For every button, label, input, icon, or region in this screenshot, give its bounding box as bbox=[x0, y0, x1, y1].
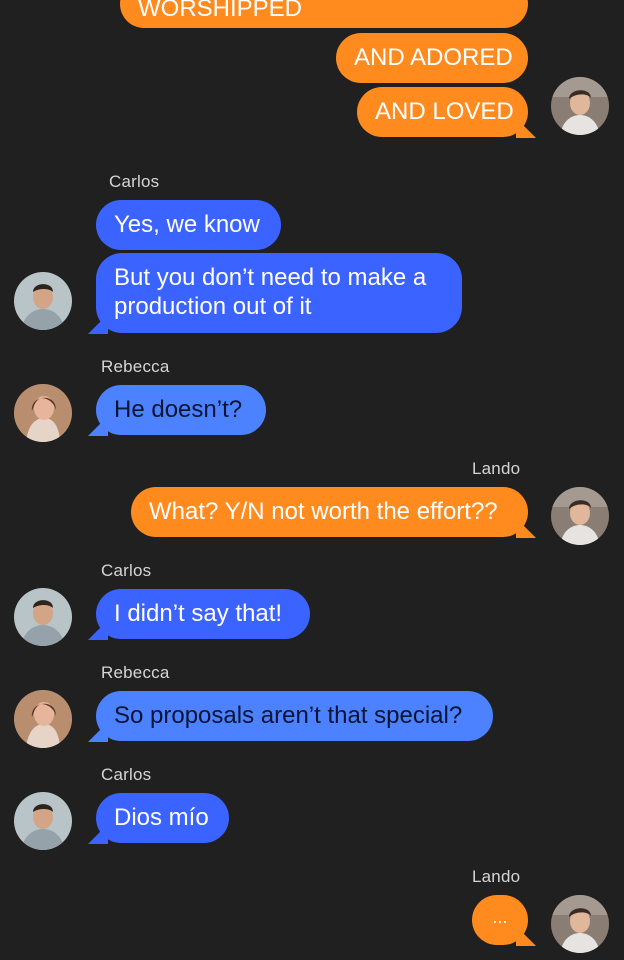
sender-name-rebecca: Rebecca bbox=[101, 663, 170, 682]
message-text-line: production out of it bbox=[114, 293, 312, 320]
avatar-photo-carlos-icon bbox=[14, 792, 72, 850]
message-bubble-rebecca[interactable]: He doesn’t? bbox=[96, 385, 266, 435]
message-bubble-carlos[interactable]: Dios mío bbox=[96, 793, 229, 843]
avatar-photo-carlos-icon bbox=[14, 588, 72, 646]
sender-name-carlos: Carlos bbox=[109, 172, 160, 191]
message-bubble-rebecca[interactable]: So proposals aren’t that special? bbox=[96, 691, 493, 741]
chat-thread[interactable]: WORSHIPPED AND ADORED AND LOVED Carlos Y… bbox=[0, 0, 624, 960]
message-text-line: But you don’t need to make a bbox=[114, 264, 427, 291]
message-bubble-carlos[interactable]: But you don’t need to make a production … bbox=[96, 253, 462, 333]
message-text: WORSHIPPED bbox=[138, 0, 303, 22]
message-text: What? Y/N not worth the effort?? bbox=[149, 498, 498, 525]
avatar-rebecca[interactable] bbox=[14, 690, 72, 748]
message-text: AND LOVED bbox=[375, 98, 514, 125]
message-bubble-self[interactable]: AND ADORED bbox=[336, 33, 528, 83]
sender-name-rebecca: Rebecca bbox=[101, 357, 170, 376]
message-bubble-carlos[interactable]: Yes, we know bbox=[96, 200, 281, 250]
avatar-photo-lando-icon bbox=[551, 895, 609, 953]
avatar-lando[interactable] bbox=[551, 487, 609, 545]
avatar-photo-carlos-icon bbox=[14, 272, 72, 330]
sender-name-lando: Lando bbox=[472, 459, 521, 478]
avatar-lando[interactable] bbox=[551, 77, 609, 135]
avatar-photo-rebecca-icon bbox=[14, 384, 72, 442]
message-bubble-self[interactable]: WORSHIPPED bbox=[120, 0, 528, 28]
sender-name-lando: Lando bbox=[472, 867, 521, 886]
avatar-carlos[interactable] bbox=[14, 792, 72, 850]
avatar-rebecca[interactable] bbox=[14, 384, 72, 442]
avatar-photo-rebecca-icon bbox=[14, 690, 72, 748]
message-bubble-carlos[interactable]: I didn’t say that! bbox=[96, 589, 310, 639]
message-text: Yes, we know bbox=[114, 211, 260, 238]
avatar-photo-lando-icon bbox=[551, 77, 609, 135]
sender-name-carlos: Carlos bbox=[101, 765, 152, 784]
message-bubble-self[interactable]: What? Y/N not worth the effort?? bbox=[131, 487, 528, 537]
message-bubble-self[interactable]: AND LOVED bbox=[357, 87, 528, 137]
message-text: AND ADORED bbox=[354, 44, 513, 71]
message-text: He doesn’t? bbox=[114, 396, 243, 423]
avatar-carlos[interactable] bbox=[14, 272, 72, 330]
avatar-lando[interactable] bbox=[551, 895, 609, 953]
message-text: So proposals aren’t that special? bbox=[114, 702, 463, 729]
avatar-photo-lando-icon bbox=[551, 487, 609, 545]
avatar-carlos[interactable] bbox=[14, 588, 72, 646]
message-text: Dios mío bbox=[114, 804, 209, 831]
typing-indicator: ... bbox=[492, 907, 508, 927]
sender-name-carlos: Carlos bbox=[101, 561, 152, 580]
message-text: I didn’t say that! bbox=[114, 600, 283, 627]
